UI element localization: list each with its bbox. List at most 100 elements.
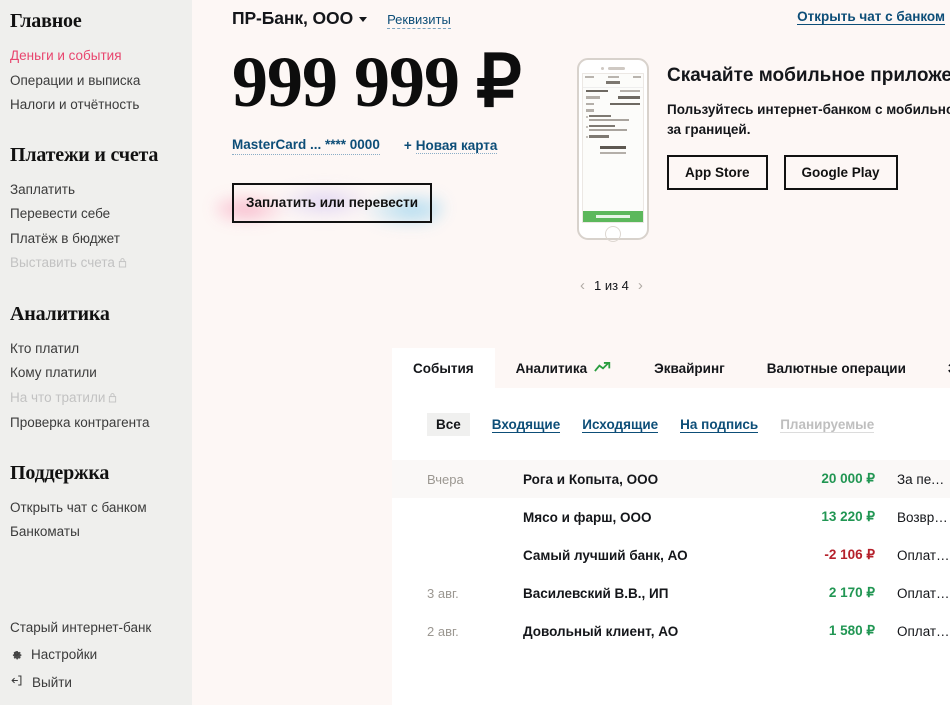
lock-icon bbox=[118, 256, 127, 272]
pay-button-wrap: Заплатить или перевести bbox=[214, 182, 472, 229]
sidebar-item-1-3[interactable]: Налоги и отчётность bbox=[10, 93, 192, 118]
sidebar-item-label: Деньги и события bbox=[10, 48, 122, 63]
sidebar-item-2-4: Выставить счета bbox=[10, 251, 192, 277]
transaction-amount: 20 000 ₽ bbox=[821, 471, 875, 486]
sidebar-item-label: Платёж в бюджет bbox=[10, 230, 120, 246]
requisites-link[interactable]: Реквизиты bbox=[387, 12, 451, 29]
sidebar-section-title: Поддержка bbox=[10, 461, 110, 484]
tab-label: Эквайринг bbox=[654, 360, 725, 376]
card-link[interactable]: MasterCard ... **** 0000 bbox=[232, 136, 380, 155]
events-panel: Все Входящие Исходящие На подпись Планируемы… bbox=[392, 388, 950, 705]
sidebar-item-1-2[interactable]: Операции и выписка bbox=[10, 69, 192, 94]
sidebar-item-2-2[interactable]: Перевести себе bbox=[10, 202, 192, 227]
transaction-amount: 13 220 ₽ bbox=[821, 509, 875, 524]
bank-app-window: Главное Деньги и события Операции и выписк… bbox=[0, 0, 950, 705]
sidebar-section-title: Главное bbox=[10, 10, 82, 32]
transaction-name: Рога и Копыта, ООО bbox=[523, 471, 659, 487]
google-play-button[interactable]: Google Play bbox=[783, 154, 898, 190]
sidebar-item-settings[interactable]: Настройки bbox=[10, 642, 192, 670]
lock-icon bbox=[108, 391, 117, 407]
trend-up-icon bbox=[594, 361, 612, 376]
table-row[interactable]: 2 авг. Довольный клиент, АО 1 580 ₽ Оплата … bbox=[392, 612, 950, 650]
table-row[interactable]: Мясо и фарш, ООО 13 220 ₽ Возврат за поста… bbox=[392, 498, 950, 536]
promo-text: Скачайте мобильное приложение Пользуйтес… bbox=[667, 58, 950, 240]
transaction-desc: Возврат за поставки мяса по счету... bbox=[897, 509, 950, 525]
sidebar-item-3-1[interactable]: Кто платил bbox=[10, 337, 192, 362]
phone-home-button bbox=[605, 226, 621, 242]
sidebar-item-old-bank[interactable]: Старый интернет-банк bbox=[10, 615, 192, 642]
sidebar-item-label: Заплатить bbox=[10, 181, 76, 197]
filter-4[interactable]: На подпись bbox=[680, 417, 759, 433]
main-content: ПР-Банк, ООО Реквизиты Открыть чат с бан… bbox=[192, 0, 950, 705]
tab-5[interactable]: Зарплатный проект bbox=[927, 348, 950, 388]
transaction-amount: -2 106 ₽ bbox=[824, 547, 875, 562]
carousel-next-icon[interactable]: › bbox=[638, 278, 643, 293]
sidebar-item-label: Перевести себе bbox=[10, 206, 111, 222]
carousel-counter: 1 из 4 bbox=[594, 278, 629, 293]
store-buttons: App Store Google Play bbox=[667, 154, 950, 190]
chevron-down-icon bbox=[359, 17, 368, 22]
sidebar-item-label: Кому платили bbox=[10, 365, 97, 381]
tab-label: Аналитика bbox=[515, 360, 588, 376]
transaction-name: Мясо и фарш, ООО bbox=[523, 509, 652, 525]
phone-speaker bbox=[582, 64, 644, 73]
sidebar-item-label: Налоги и отчётность bbox=[10, 97, 140, 113]
sidebar-item-logout-label: Выйти bbox=[32, 674, 72, 690]
sidebar-item-4-1[interactable]: Открыть чат с банком bbox=[10, 496, 192, 521]
sidebar-item-logout[interactable]: Выйти bbox=[10, 669, 192, 697]
phone-screen bbox=[582, 73, 644, 223]
promo-banner: Скачайте мобильное приложение Пользуйтес… bbox=[577, 58, 950, 242]
sidebar-item-settings-label: Настройки bbox=[31, 647, 98, 663]
sidebar: Главное Деньги и события Операции и выписк… bbox=[0, 0, 192, 705]
plus-icon: + bbox=[403, 137, 412, 153]
tab-4[interactable]: Валютные операции bbox=[746, 348, 927, 388]
transaction-desc: За печеньки по счету. БЕЗ НДС bbox=[897, 471, 950, 487]
filter-2[interactable]: Входящие bbox=[491, 417, 561, 433]
transaction-desc: Оплата услуг по предоставлению рекл bbox=[897, 623, 950, 639]
transaction-date: 3 авг. bbox=[427, 585, 459, 601]
filter-1[interactable]: Все bbox=[427, 413, 470, 436]
new-card-link[interactable]: + Новая карта bbox=[403, 137, 498, 154]
sidebar-item-1-1[interactable]: Деньги и события bbox=[10, 44, 192, 69]
table-row[interactable]: Вчера Рога и Копыта, ООО 20 000 ₽ За печень… bbox=[392, 460, 950, 498]
tab-label: События bbox=[413, 360, 474, 376]
transaction-name: Василевский В.В., ИП bbox=[523, 585, 669, 601]
sidebar-bottom: Старый интернет-банк Настройки Выйти bbox=[10, 615, 192, 697]
logout-icon bbox=[10, 674, 24, 691]
filter-3[interactable]: Исходящие bbox=[582, 417, 659, 433]
transaction-date: Вчера bbox=[427, 471, 464, 487]
pay-or-transfer-button[interactable]: Заплатить или перевести bbox=[232, 182, 432, 223]
filter-row: Все Входящие Исходящие На подпись Планируемы… bbox=[392, 388, 950, 436]
sidebar-item-3-4[interactable]: Проверка контрагента bbox=[10, 411, 192, 436]
sidebar-item-2-3[interactable]: Платёж в бюджет bbox=[10, 227, 192, 252]
company-name-label: ПР-Банк, ООО bbox=[232, 8, 354, 28]
tab-3[interactable]: Эквайринг bbox=[633, 348, 746, 388]
table-row[interactable]: Самый лучший банк, АО -2 106 ₽ Оплата за у… bbox=[392, 536, 950, 574]
tab-2[interactable]: Аналитика bbox=[495, 348, 633, 388]
transaction-name: Самый лучший банк, АО bbox=[523, 547, 688, 563]
transaction-amount: 1 580 ₽ bbox=[828, 623, 875, 638]
carousel-prev-icon[interactable]: ‹ bbox=[580, 278, 585, 293]
tab-bar: События Аналитика Эквайринг Валютные операц… bbox=[392, 348, 950, 388]
sidebar-item-label: Банкоматы bbox=[10, 524, 80, 540]
phone-cta-button bbox=[583, 211, 643, 222]
transaction-amount: 2 170 ₽ bbox=[828, 585, 875, 600]
open-chat-link[interactable]: Открыть чат с банком bbox=[797, 9, 945, 25]
sidebar-item-3-2[interactable]: Кому платили bbox=[10, 361, 192, 386]
app-store-button[interactable]: App Store bbox=[667, 154, 768, 190]
sidebar-section-title: Аналитика bbox=[10, 302, 110, 325]
tab-label: Валютные операции bbox=[766, 360, 906, 376]
sidebar-item-label: Проверка контрагента bbox=[10, 415, 150, 431]
gear-icon bbox=[10, 647, 23, 664]
tab-1[interactable]: События bbox=[392, 348, 495, 388]
transaction-desc: Оплата услуг за размещение новости bbox=[897, 585, 950, 601]
phone-mockup-image bbox=[577, 58, 649, 242]
company-name[interactable]: ПР-Банк, ООО bbox=[232, 8, 368, 29]
table-row[interactable]: 3 авг. Василевский В.В., ИП 2 170 ₽ Оплата … bbox=[392, 574, 950, 612]
sidebar-item-label: Кто платил bbox=[10, 340, 80, 356]
sidebar-item-4-2[interactable]: Банкоматы bbox=[10, 520, 192, 545]
promo-description: Пользуйтесь интернет-банком с мобильного… bbox=[667, 102, 950, 138]
new-card-label: Новая карта bbox=[415, 137, 498, 154]
sidebar-item-2-1[interactable]: Заплатить bbox=[10, 178, 192, 203]
transaction-name: Довольный клиент, АО bbox=[523, 623, 679, 639]
